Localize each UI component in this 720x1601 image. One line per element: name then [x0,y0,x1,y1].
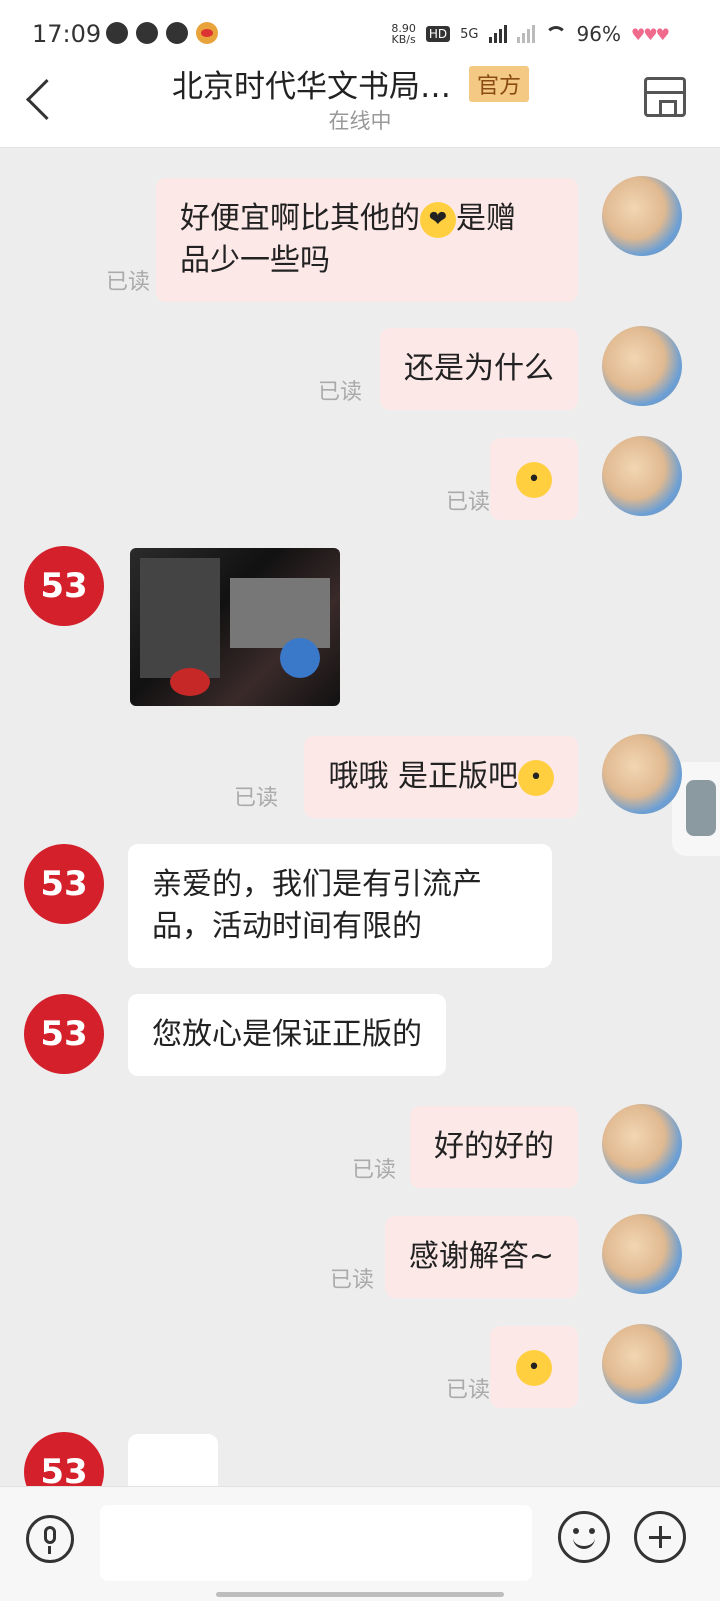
message-text: 好便宜啊比其他的 [180,201,420,236]
flushed-emoji-icon: • [516,461,552,498]
read-status: 已读 [330,1268,375,1293]
message-bubble[interactable]: 好便宜啊比其他的 ❤ 是赠 品少一些吗 [156,178,578,302]
message-text: 好的好的 [434,1129,554,1164]
message-text: 哦哦 是正版吧 [328,759,518,794]
my-avatar[interactable] [602,1214,682,1294]
message-bubble[interactable]: 感谢解答~ [384,1216,578,1298]
message-text: 您放心是保证正版的 [152,1017,422,1052]
hd-icon: HD [425,26,451,42]
message-bubble[interactable] [128,1434,218,1486]
home-indicator[interactable] [216,1592,504,1597]
message-text: 亲爱的，我们是有引流产 [152,867,482,902]
notification-icons [106,22,218,44]
my-avatar[interactable] [602,176,682,256]
official-badge: 官方 [469,65,530,102]
battery-level: 96% [576,22,621,46]
read-status: 已读 [446,1378,491,1403]
heart-eyes-emoji-icon: ❤ [420,201,456,238]
product-image[interactable] [130,548,340,706]
message-text: 品，活动时间有限的 [152,909,422,944]
store-icon[interactable] [644,77,686,117]
floating-tab-icon [686,780,716,836]
message-input[interactable] [100,1505,532,1581]
message-bubble[interactable]: • [490,1326,578,1408]
hearts-icon: ♥♥♥ [630,24,670,44]
phone-notification-icon [166,22,188,44]
weibo-notification-icon [196,22,218,44]
network-speed: 8.90 KB/s [391,22,416,46]
my-avatar[interactable] [602,1104,682,1184]
kissing-emoji-icon: • [518,759,554,796]
message-text: 是赠 [456,201,516,236]
message-bubble[interactable]: 您放心是保证正版的 [128,994,446,1076]
read-status: 已读 [446,490,491,515]
shop-avatar[interactable]: 53 [24,546,104,626]
message-bubble[interactable]: 亲爱的，我们是有引流产 品，活动时间有限的 [128,844,552,968]
status-right: 8.90 KB/s HD 5G 96% ♥♥♥ [391,22,670,46]
title-wrap: 北京时代华文书局… 官方 [172,61,530,106]
chat-header: 北京时代华文书局… 官方 在线中 [0,55,720,148]
shop-title[interactable]: 北京时代华文书局… [172,61,451,106]
message-bubble[interactable]: 还是为什么 [380,328,578,410]
read-status: 已读 [318,380,363,405]
shop-avatar[interactable]: 53 [24,994,104,1074]
chat-list[interactable]: 已读 好便宜啊比其他的 ❤ 是赠 品少一些吗 已读 还是为什么 已读 • 53 已读… [0,148,720,1486]
mic-icon[interactable] [26,1515,74,1563]
read-status: 已读 [106,270,151,295]
signal-icon [488,25,507,43]
my-avatar[interactable] [602,436,682,516]
app-notification-icon [106,22,128,44]
plus-icon[interactable] [634,1511,686,1563]
message-notification-icon [136,22,158,44]
message-text: 感谢解答~ [408,1239,554,1274]
emoji-icon[interactable] [558,1511,610,1563]
message-bubble[interactable]: • [490,438,578,520]
network-type: 5G [460,26,479,42]
read-status: 已读 [234,786,279,811]
input-bar [0,1486,720,1601]
wifi-icon [544,26,567,42]
online-status: 在线中 [328,109,392,133]
status-time: 17:09 [32,20,102,48]
signal2-icon [516,25,535,43]
my-avatar[interactable] [602,1324,682,1404]
my-avatar[interactable] [602,734,682,814]
my-avatar[interactable] [602,326,682,406]
message-text: 还是为什么 [404,351,554,386]
shop-avatar[interactable]: 53 [24,1432,104,1486]
shop-avatar[interactable]: 53 [24,844,104,924]
message-bubble[interactable]: 哦哦 是正版吧 • [304,736,578,818]
message-text: 品少一些吗 [180,243,330,278]
message-bubble[interactable]: 好的好的 [410,1106,578,1188]
kissing-emoji-icon: • [516,1349,552,1386]
read-status: 已读 [352,1158,397,1183]
